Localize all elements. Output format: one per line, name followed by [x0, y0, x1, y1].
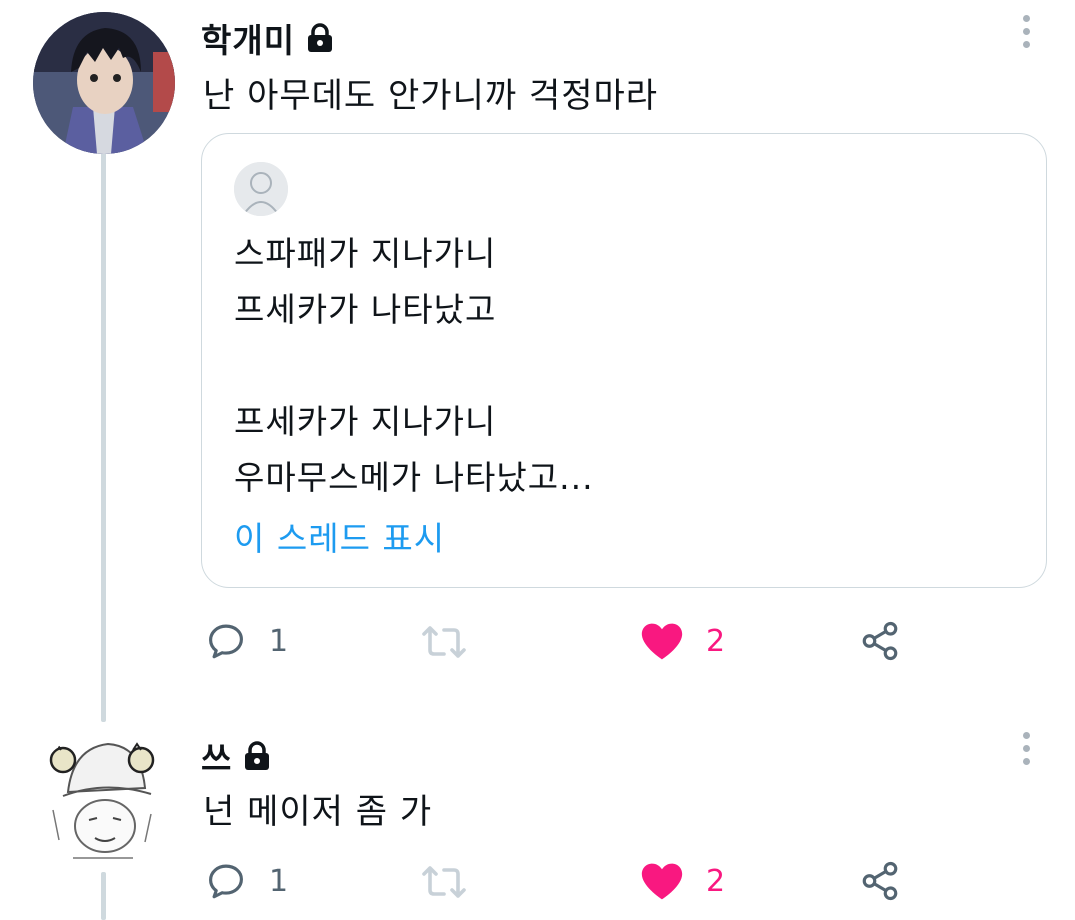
quoted-tweet[interactable]: 스파패가 지나가니 프세카가 나타났고 프세카가 지나가니 우마무스메가 나타났… — [201, 133, 1047, 588]
quoted-line: 스파패가 지나가니 — [234, 234, 497, 273]
tweet-text: 난 아무데도 안가니까 걱정마라 — [203, 76, 659, 116]
author-name-text: 학개미 — [201, 21, 296, 60]
reply-button[interactable]: 1 — [205, 860, 288, 902]
retweet-button[interactable] — [420, 622, 468, 662]
heart-icon — [641, 863, 683, 900]
share-button[interactable] — [859, 620, 901, 662]
avatar-image — [33, 730, 175, 872]
quoted-avatar — [234, 162, 288, 216]
avatar[interactable] — [33, 12, 175, 154]
show-thread-link[interactable]: 이 스레드 표시 — [234, 512, 445, 560]
reply-icon — [209, 864, 243, 899]
more-options-button[interactable] — [1020, 15, 1032, 48]
thread-line-top — [101, 152, 106, 722]
heart-icon — [641, 623, 683, 660]
reply-icon — [209, 624, 243, 659]
like-button[interactable]: 2 — [640, 620, 725, 662]
retweet-icon — [422, 626, 466, 658]
author-name[interactable]: 쓰 — [201, 732, 272, 780]
more-options-button[interactable] — [1020, 732, 1032, 765]
like-count: 2 — [706, 863, 726, 899]
quoted-text: 스파패가 지나가니 프세카가 나타났고 프세카가 지나가니 우마무스메가 나타났… — [234, 226, 594, 506]
like-count: 2 — [706, 623, 726, 659]
author-name[interactable]: 학개미 — [201, 14, 335, 62]
more-vertical-icon — [1022, 15, 1030, 22]
avatar-image — [33, 12, 175, 154]
tweet-text: 넌 메이저 좀 가 — [203, 792, 433, 832]
quoted-line: 프세카가 지나가니 — [234, 402, 497, 441]
default-profile-icon — [234, 162, 288, 216]
retweet-icon — [422, 866, 466, 898]
reply-count: 1 — [269, 623, 289, 659]
more-vertical-icon — [1022, 732, 1030, 739]
author-name-text: 쓰 — [201, 739, 233, 778]
lock-icon — [308, 23, 333, 52]
reply-count: 1 — [269, 863, 289, 899]
thread-line-bottom — [101, 872, 106, 920]
reply-button[interactable]: 1 — [205, 620, 288, 662]
quoted-line — [234, 338, 594, 394]
lock-icon — [245, 741, 270, 770]
like-button[interactable]: 2 — [640, 860, 725, 902]
share-icon — [862, 861, 898, 901]
quoted-line: 프세카가 나타났고 — [234, 290, 497, 329]
quoted-line: 우마무스메가 나타났고... — [234, 458, 594, 497]
avatar[interactable] — [33, 730, 175, 872]
retweet-button[interactable] — [420, 862, 468, 902]
share-button[interactable] — [859, 860, 901, 902]
share-icon — [862, 621, 898, 661]
